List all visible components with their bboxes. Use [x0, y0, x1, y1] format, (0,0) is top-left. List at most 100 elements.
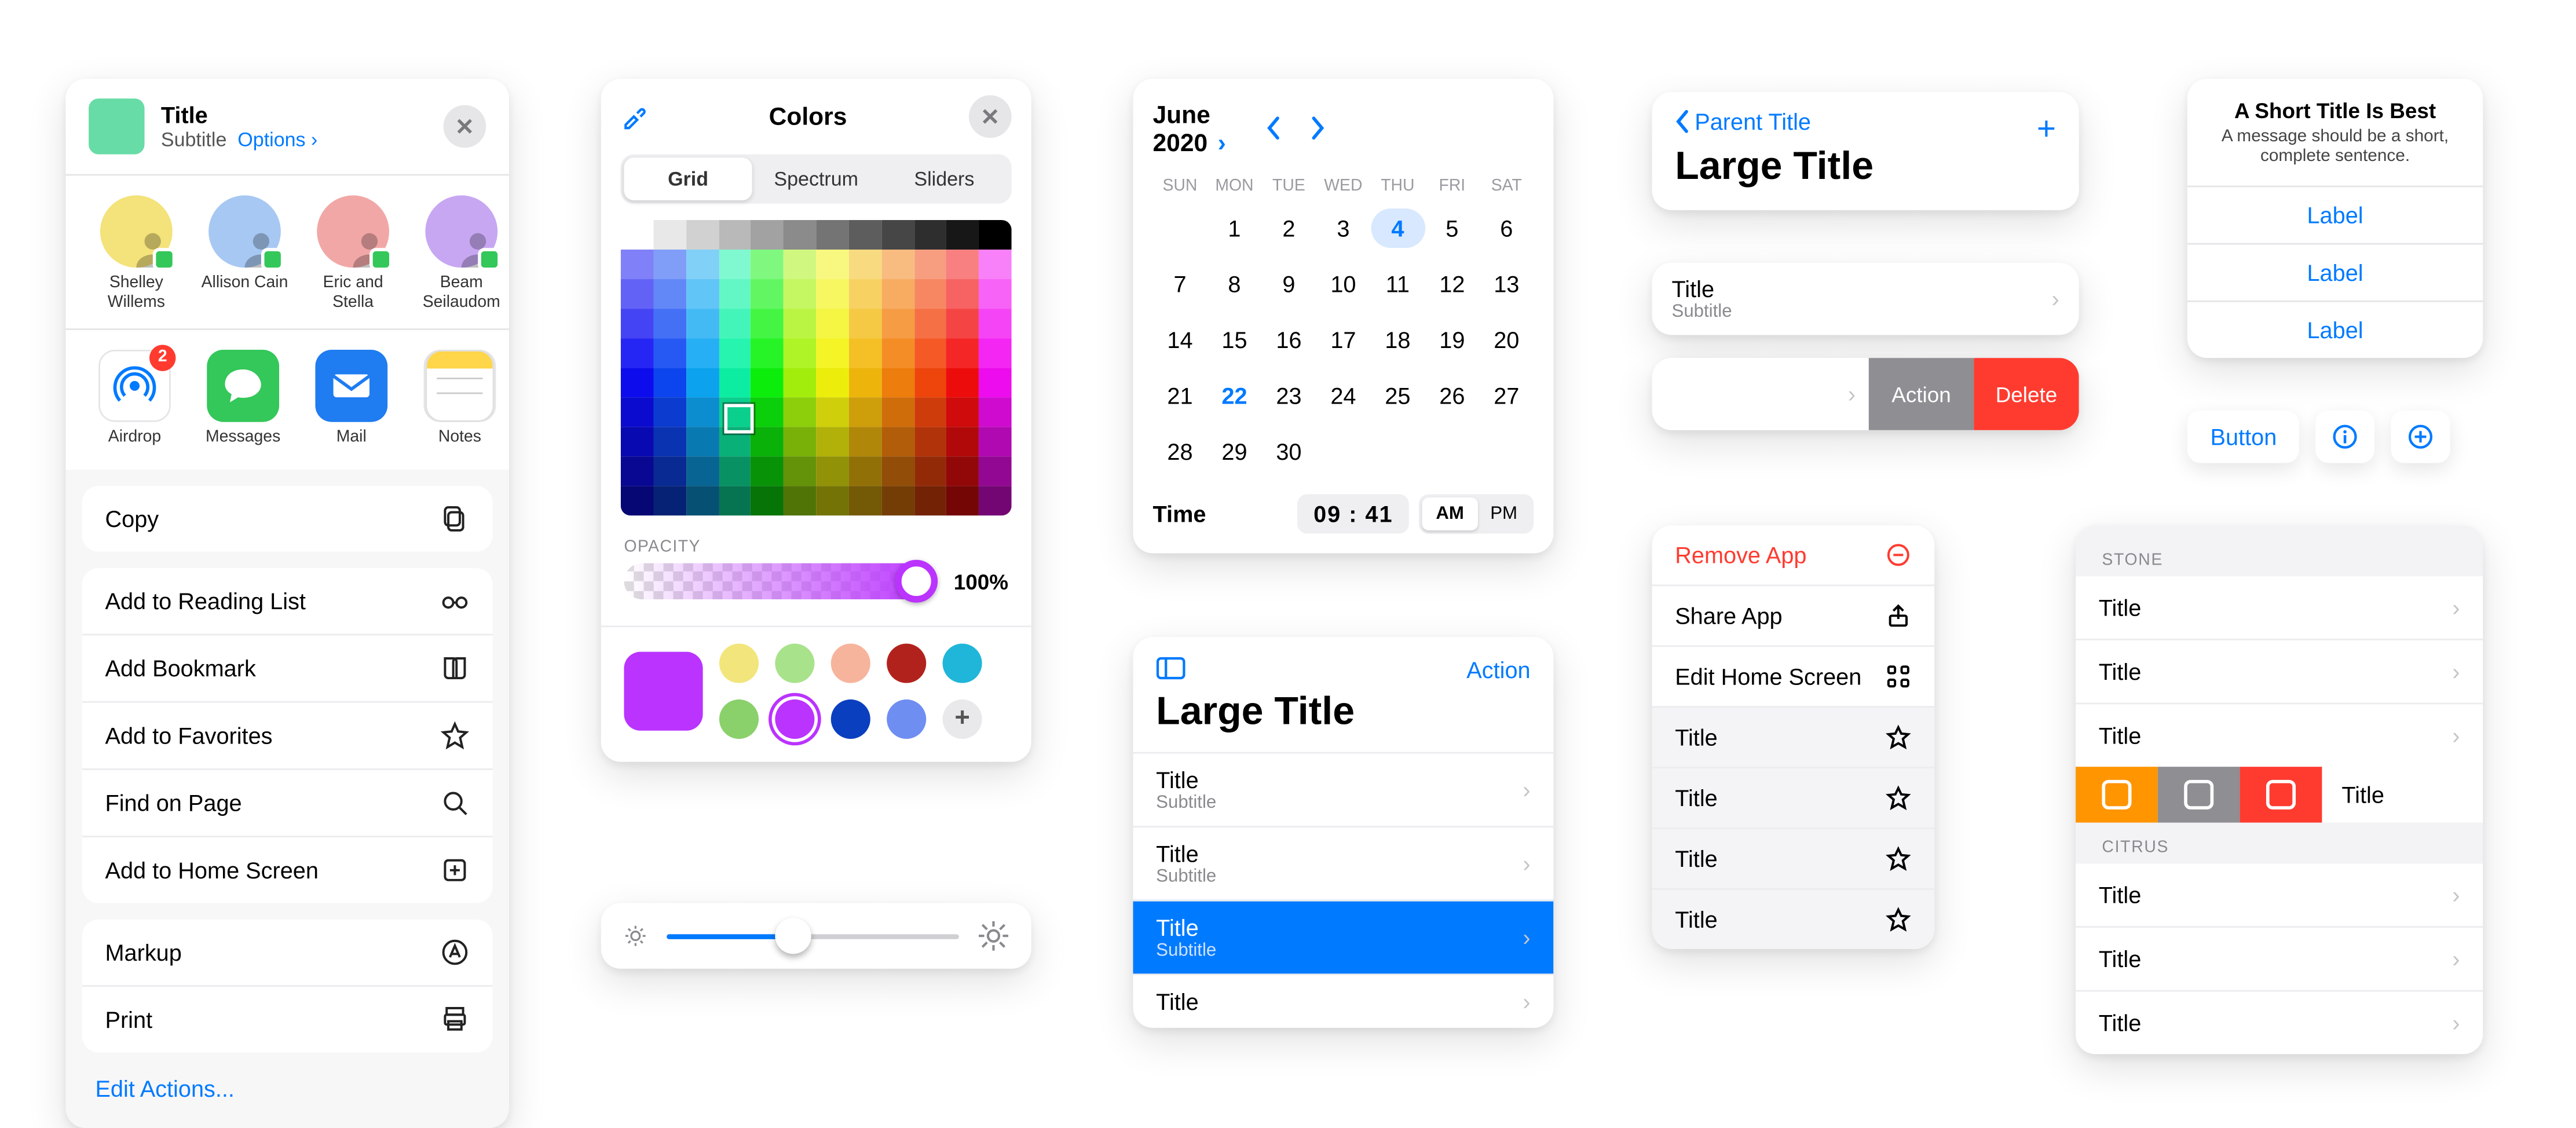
color-mode-segmented[interactable]: Grid Spectrum Sliders	[621, 155, 1012, 204]
action-link[interactable]: Action	[1466, 657, 1530, 683]
calendar-day[interactable]: 25	[1370, 376, 1425, 415]
share-action-row[interactable]: Markup	[82, 920, 493, 985]
ampm-segmented[interactable]: AMPM	[1419, 494, 1534, 533]
calendar-day[interactable]: 6	[1479, 208, 1534, 248]
menu-item[interactable]: Edit Home Screen	[1652, 645, 1934, 706]
share-app[interactable]: 2 Airdrop	[89, 350, 181, 446]
menu-item[interactable]: Title	[1652, 888, 1934, 949]
color-swatch[interactable]	[775, 699, 814, 739]
share-person[interactable]: Eric and Stella	[305, 195, 400, 312]
list-row[interactable]: TitleSubtitle ›	[1133, 900, 1553, 974]
add-swatch-button[interactable]: +	[943, 699, 982, 739]
add-circle-button[interactable]	[2392, 411, 2451, 463]
menu-item[interactable]: Share App	[1652, 584, 1934, 645]
calendar-day[interactable]: 23	[1261, 376, 1316, 415]
color-action[interactable]	[2076, 767, 2158, 822]
color-grid[interactable]	[621, 220, 1012, 515]
table-row[interactable]: Title›	[2076, 639, 2483, 703]
calendar-day[interactable]: 4	[1370, 208, 1425, 248]
back-button[interactable]: Parent Title	[1675, 108, 2056, 134]
swipe-action-button[interactable]: Action	[1869, 358, 1974, 430]
share-app[interactable]: Notes	[414, 350, 506, 446]
share-action-row[interactable]: Copy	[82, 486, 493, 551]
ampm-option[interactable]: PM	[1477, 497, 1531, 530]
calendar-day[interactable]: 15	[1207, 320, 1261, 360]
calendar-day[interactable]: 27	[1479, 376, 1534, 415]
close-button[interactable]: ✕	[444, 105, 486, 148]
ampm-option[interactable]: AM	[1423, 497, 1477, 530]
menu-item[interactable]: Title	[1652, 767, 1934, 827]
color-action[interactable]	[2240, 767, 2322, 822]
menu-item[interactable]: Title	[1652, 827, 1934, 888]
calendar-day[interactable]: 16	[1261, 320, 1316, 360]
calendar-day[interactable]: 28	[1153, 432, 1208, 471]
segment-option[interactable]: Grid	[624, 158, 752, 200]
calendar-day[interactable]: 30	[1261, 432, 1316, 471]
calendar-day[interactable]: 10	[1316, 265, 1370, 304]
alert-button[interactable]: Label	[2187, 243, 2483, 301]
calendar-next-button[interactable]	[1307, 115, 1327, 141]
table-cell[interactable]: Title Subtitle ›	[1652, 263, 2079, 335]
calendar-day[interactable]: 29	[1207, 432, 1261, 471]
calendar-day[interactable]: 22	[1207, 376, 1261, 415]
alert-button[interactable]: Label	[2187, 301, 2483, 358]
share-person[interactable]: Allison Cain	[197, 195, 292, 312]
share-action-row[interactable]: Add to Home Screen	[82, 836, 493, 903]
share-action-row[interactable]: Add to Favorites	[82, 701, 493, 768]
table-row[interactable]: Title›	[2076, 863, 2483, 926]
share-options-link[interactable]: Options ›	[237, 128, 317, 151]
share-person[interactable]: Beam Seilaudom	[414, 195, 509, 312]
table-row[interactable]: Title›	[2076, 926, 2483, 990]
time-field[interactable]: 09 : 41	[1297, 494, 1410, 533]
calendar-day[interactable]: 20	[1479, 320, 1534, 360]
opacity-slider[interactable]	[624, 563, 937, 599]
menu-item[interactable]: Remove App	[1652, 525, 1934, 584]
calendar-day[interactable]: 19	[1425, 320, 1479, 360]
add-button[interactable]: +	[2037, 112, 2056, 149]
calendar-day[interactable]: 21	[1153, 376, 1208, 415]
share-action-row[interactable]: Print	[82, 985, 493, 1052]
menu-item[interactable]: Title	[1652, 706, 1934, 767]
calendar-day[interactable]: 18	[1370, 320, 1425, 360]
color-swipe-row[interactable]: Title	[2076, 767, 2483, 822]
calendar-day[interactable]: 5	[1425, 208, 1479, 248]
calendar-day[interactable]: 26	[1425, 376, 1479, 415]
calendar-day[interactable]: 1	[1207, 208, 1261, 248]
color-swatch[interactable]	[887, 644, 926, 683]
eyedropper-icon[interactable]	[621, 104, 647, 130]
color-swatch[interactable]	[719, 644, 759, 683]
segment-option[interactable]: Sliders	[880, 158, 1008, 200]
share-person[interactable]: Shelley Willems	[89, 195, 184, 312]
table-row[interactable]: Title›	[2076, 990, 2483, 1054]
segment-option[interactable]: Spectrum	[752, 158, 880, 200]
close-button[interactable]: ✕	[969, 95, 1012, 138]
share-app[interactable]: Mail	[305, 350, 397, 446]
color-swatch[interactable]	[887, 699, 926, 739]
color-swatch[interactable]	[775, 644, 814, 683]
calendar-day[interactable]: 9	[1261, 265, 1316, 304]
calendar-day[interactable]: 11	[1370, 265, 1425, 304]
calendar-day[interactable]: 14	[1153, 320, 1208, 360]
calendar-day[interactable]: 13	[1479, 265, 1534, 304]
edit-actions-link[interactable]: Edit Actions...	[65, 1069, 509, 1128]
calendar-prev-button[interactable]	[1265, 115, 1285, 141]
calendar-day[interactable]: 8	[1207, 265, 1261, 304]
brightness-slider[interactable]	[667, 933, 959, 939]
color-swatch[interactable]	[831, 644, 870, 683]
share-action-row[interactable]: Add to Reading List	[82, 568, 493, 633]
color-swatch[interactable]	[943, 644, 982, 683]
calendar-day[interactable]: 17	[1316, 320, 1370, 360]
calendar-day[interactable]: 7	[1153, 265, 1208, 304]
color-swatch[interactable]	[831, 699, 870, 739]
table-row[interactable]: Title›	[2076, 703, 2483, 767]
share-action-row[interactable]: Add Bookmark	[82, 633, 493, 701]
button[interactable]: Button	[2187, 411, 2300, 463]
list-row[interactable]: Title ›	[1133, 973, 1553, 1028]
calendar-month-button[interactable]: June 2020 ›	[1153, 102, 1242, 158]
list-row[interactable]: TitleSubtitle ›	[1133, 752, 1553, 826]
calendar-day[interactable]: 3	[1316, 208, 1370, 248]
color-swatch[interactable]	[719, 699, 759, 739]
sidebar-toggle-icon[interactable]	[1156, 657, 1185, 683]
calendar-day[interactable]: 24	[1316, 376, 1370, 415]
calendar-day[interactable]: 2	[1261, 208, 1316, 248]
